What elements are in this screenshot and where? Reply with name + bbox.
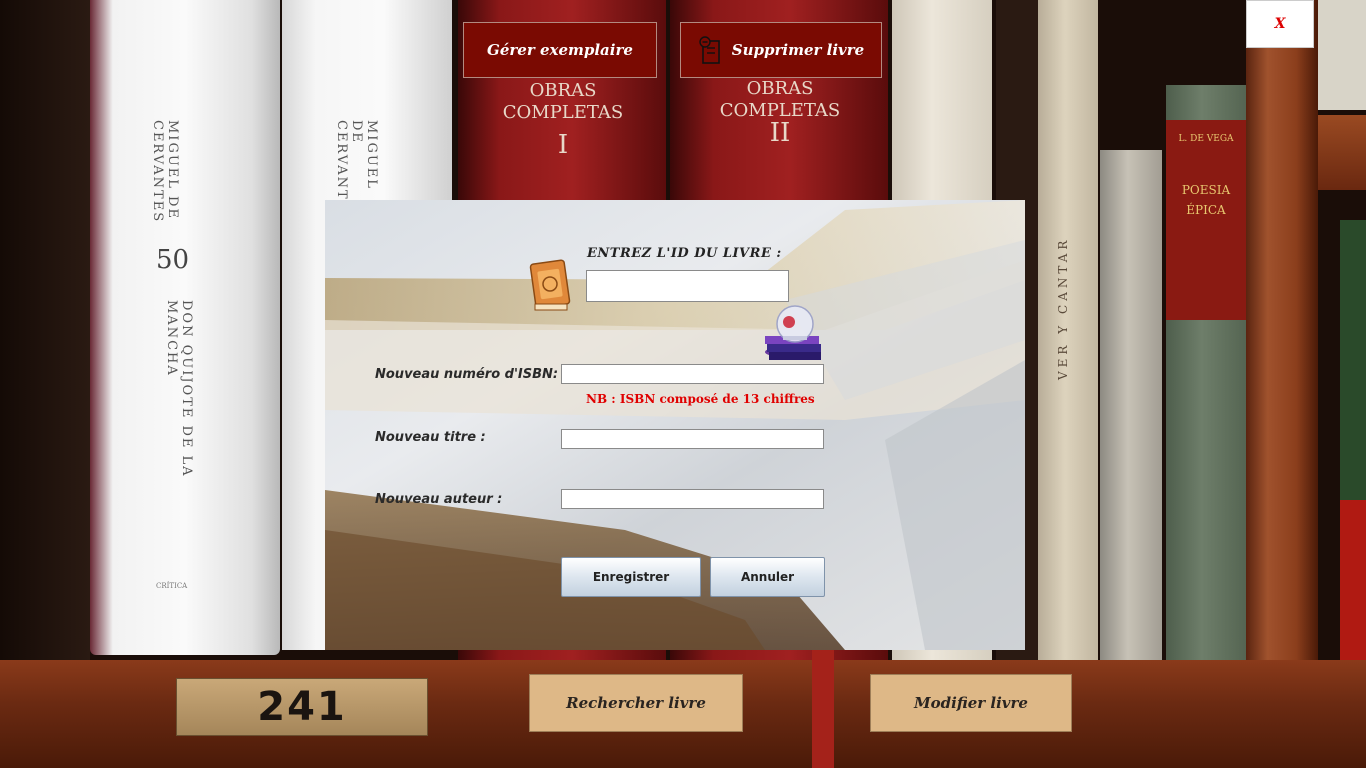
book1-title: DON QUIJOTE DE LA MANCHA bbox=[164, 300, 194, 478]
edit-book-button[interactable]: Modifier livre bbox=[870, 674, 1072, 732]
cancel-label: Annuler bbox=[740, 570, 795, 584]
book-spine-10 bbox=[1318, 0, 1366, 110]
title-input[interactable] bbox=[561, 429, 824, 449]
book4-title: OBRAS COMPLETAS bbox=[719, 78, 841, 121]
delete-book-button[interactable]: Supprimer livre bbox=[680, 22, 882, 78]
cancel-button[interactable]: Annuler bbox=[710, 557, 825, 597]
book-id-input[interactable] bbox=[586, 270, 789, 302]
book-spine-7: VER Y CANTAR bbox=[1038, 0, 1098, 660]
save-button[interactable]: Enregistrer bbox=[561, 557, 701, 597]
shelf-number-plate: 241 bbox=[176, 678, 428, 736]
book5-label-area: L. DE VEGA POESIA ÉPICA bbox=[1166, 120, 1246, 320]
search-book-label: Rechercher livre bbox=[566, 694, 706, 712]
save-label: Enregistrer bbox=[592, 570, 670, 584]
book3-title: OBRAS COMPLETAS bbox=[502, 80, 624, 123]
delete-book-icon bbox=[698, 35, 724, 65]
author-input[interactable] bbox=[561, 489, 824, 509]
edit-book-label: Modifier livre bbox=[914, 694, 1028, 712]
manage-copy-label: Gérer exemplaire bbox=[487, 41, 633, 59]
search-book-button[interactable]: Rechercher livre bbox=[529, 674, 743, 732]
book6-title: VER Y CANTAR bbox=[1056, 236, 1070, 380]
book-spine-1: MIGUEL DE CERVANTES 50 DON QUIJOTE DE LA… bbox=[90, 0, 280, 655]
crystal-ball-books-icon bbox=[761, 300, 825, 370]
book-spine-8 bbox=[1100, 150, 1162, 660]
shelf-shadow bbox=[0, 0, 90, 660]
book1-number: 50 bbox=[156, 245, 190, 275]
book-icon bbox=[527, 258, 573, 318]
book-spine-9: L. DE VEGA POESIA ÉPICA bbox=[1166, 85, 1246, 660]
author-label: Nouveau auteur : bbox=[375, 492, 503, 507]
book5-title: L. DE VEGA bbox=[1178, 134, 1234, 144]
isbn-note: NB : ISBN composé de 13 chiffres bbox=[586, 392, 815, 406]
isbn-input[interactable] bbox=[561, 364, 824, 384]
edit-book-panel: ENTREZ L'ID DU LIVRE : Nouveau numéro d'… bbox=[325, 200, 1025, 650]
book2-author: MIGUEL DE CERVANT bbox=[334, 120, 379, 200]
delete-book-label: Supprimer livre bbox=[731, 41, 865, 59]
title-label: Nouveau titre : bbox=[375, 430, 486, 445]
book4-volume: II bbox=[769, 118, 791, 148]
book-id-prompt: ENTREZ L'ID DU LIVRE : bbox=[587, 246, 782, 261]
book1-author: MIGUEL DE CERVANTES bbox=[150, 120, 180, 224]
manage-copy-button[interactable]: Gérer exemplaire bbox=[463, 22, 657, 78]
bookmark-ribbon bbox=[812, 650, 834, 768]
shelf-post bbox=[1246, 0, 1318, 768]
close-button[interactable]: X bbox=[1246, 0, 1314, 48]
book5-subtitle: POESIA ÉPICA bbox=[1181, 183, 1231, 217]
isbn-label: Nouveau numéro d'ISBN: bbox=[375, 367, 559, 382]
book1-publisher: CRÍTICA bbox=[156, 582, 188, 590]
close-label: X bbox=[1274, 16, 1286, 32]
book3-volume: I bbox=[557, 130, 569, 160]
shelf-board-right bbox=[1318, 115, 1366, 190]
